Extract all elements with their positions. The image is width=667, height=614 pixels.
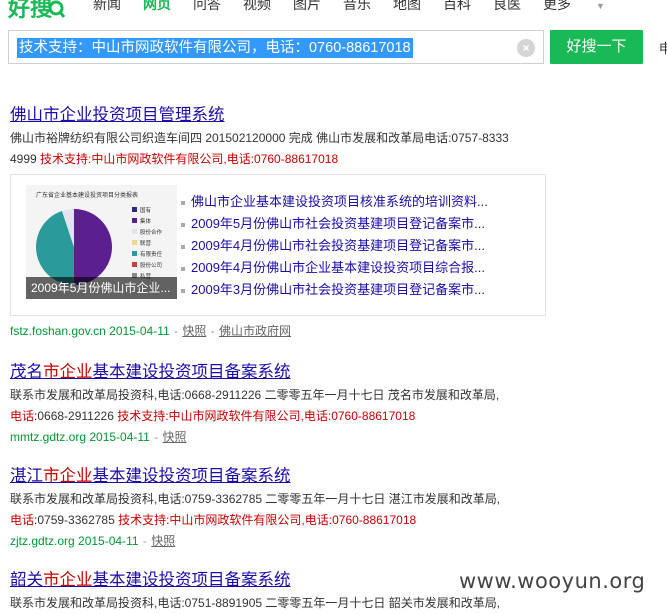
result-snippet-line: 电话:0668-2911226 技术支持:中山市网政软件有限公司,电话:0760… <box>10 406 550 427</box>
nav-news[interactable]: 新闻 <box>93 0 121 14</box>
result-snippet: 联系市发展和改革局投资科,电话:0759-3362785 二零零五年一月十七日 … <box>10 489 550 531</box>
separator: - <box>150 430 162 444</box>
result-url: mmtz.gdtz.org 2015-04-11 <box>10 430 150 444</box>
snippet-text: 4999 <box>10 152 41 166</box>
result-snippet: 联系市发展和改革局投资科,电话:0751-8891905 二零零五年一月十七日 … <box>10 593 550 614</box>
result-title-text: 基本建设投资项目备案系统 <box>92 467 291 485</box>
snippet-highlight: 技术支持:中山市网政软件有限公司,电话:0760-88617018 <box>118 513 417 527</box>
result-title-text: 基本建设投资项目备案系统 <box>92 363 291 381</box>
close-circle-icon[interactable]: × <box>517 39 535 57</box>
result-snippet-line: 联系市发展和改革局投资科,电话:0668-2911226 二零零五年一月十七日 … <box>10 388 500 402</box>
related-link[interactable]: 佛山市企业基本建设投资项目核准系统的培训资料... <box>181 191 488 213</box>
result-url-line: fstz.foshan.gov.cn 2015-04-11 - 快照 - 佛山市… <box>10 322 570 340</box>
result-title-text: 基本建设投资项目备案系统 <box>92 571 291 589</box>
result-title-highlight: 市企业 <box>43 363 93 381</box>
legend-item: 有限责任 <box>140 250 163 258</box>
thumbnail-image[interactable]: 广东省企业基本建设投资项目分类报表 国有 集体 股份合作 联营 有限责任 股份公… <box>26 185 177 299</box>
result-snippet: 佛山市裕牌纺织有限公司织造车间四 201502120000 完成 佛山市发展和改… <box>10 128 550 170</box>
result-snippet-line: 联系市发展和改革局投资科,电话:0759-3362785 二零零五年一月十七日 … <box>10 492 501 506</box>
related-links: 佛山市企业基本建设投资项目核准系统的培训资料... 2009年5月份佛山市社会投… <box>181 191 488 301</box>
related-link-text: 2009年4月份佛山市企业基本建设投资项目综合报... <box>191 260 485 275</box>
related-link[interactable]: 2009年3月份佛山市社会投资基建项目登记备案市... <box>181 279 488 301</box>
result-snippet: 联系市发展和改革局投资科,电话:0668-2911226 二零零五年一月十七日 … <box>10 385 550 427</box>
result-image-card: 广东省企业基本建设投资项目分类报表 国有 集体 股份合作 联营 有限责任 股份公… <box>10 174 546 316</box>
related-link[interactable]: 2009年5月份佛山市社会投资基建项目登记备案市... <box>181 213 488 235</box>
related-link-text: 2009年5月份佛山市社会投资基建项目登记备案市... <box>191 216 485 231</box>
result-url-line: mmtz.gdtz.org 2015-04-11 - 快照 <box>10 428 570 446</box>
caret-down-icon: ▼ <box>596 1 605 11</box>
result-snippet-line: 联系市发展和改革局投资科,电话:0751-8891905 二零零五年一月十七日 … <box>10 596 501 610</box>
nav-bar: 新闻 网页 问答 视频 图片 音乐 地图 百科 良医 更多 ▼ <box>93 0 649 14</box>
search-input[interactable]: 技术支持：中山市网政软件有限公司，电话：0760-88617018 × <box>8 30 544 64</box>
separator: - <box>207 324 219 338</box>
result-title[interactable]: 湛江市企业基本建设投资项目备案系统 <box>10 465 570 487</box>
legend-item: 股份公司 <box>140 261 162 269</box>
result-title[interactable]: 茂名市企业基本建设投资项目备案系统 <box>10 361 570 383</box>
result-title-highlight: 市企业 <box>43 467 93 485</box>
snippet-text: :0759-3362785 <box>34 513 119 527</box>
thumbnail-caption: 2009年5月份佛山市企业... <box>26 277 177 299</box>
result-title[interactable]: 佛山市企业投资项目管理系统 <box>10 104 570 126</box>
result-title-text: 茂名 <box>10 363 43 381</box>
result-url: fstz.foshan.gov.cn 2015-04-11 <box>10 324 170 338</box>
thumb-title: 广东省企业基本建设投资项目分类报表 <box>36 191 138 199</box>
logo[interactable]: 好搜 <box>7 0 66 22</box>
nav-web[interactable]: 网页 <box>143 0 171 14</box>
watermark: www.wooyun.org <box>459 569 646 593</box>
snapshot-link[interactable]: 快照 <box>151 534 175 548</box>
nav-doctor[interactable]: 良医 <box>493 0 521 14</box>
legend-item: 集体 <box>140 217 152 225</box>
bullet-icon <box>181 288 185 293</box>
search-result: 佛山市企业投资项目管理系统 佛山市裕牌纺织有限公司织造车间四 201502120… <box>10 104 570 170</box>
header: 好搜 新闻 网页 问答 视频 图片 音乐 地图 百科 良医 更多 ▼ 技术支持：中山市网政软件有限公… <box>0 0 667 100</box>
search-result: 湛江市企业基本建设投资项目备案系统 联系市发展和改革局投资科,电话:0759-3… <box>10 465 570 550</box>
result-title-text: 佛山市企业投资项目管理系统 <box>10 106 225 124</box>
snippet-highlight: 技术支持:中山市网政软件有限公司,电话:0760-88617018 <box>117 409 416 423</box>
snippet-highlight: 电话 <box>10 513 35 527</box>
result-title-text: 湛江 <box>10 467 43 485</box>
site-name-link[interactable]: 佛山市政府网 <box>219 324 291 338</box>
related-link[interactable]: 2009年4月份佛山市企业基本建设投资项目综合报... <box>181 257 488 279</box>
nav-baike[interactable]: 百科 <box>443 0 471 14</box>
bullet-icon <box>181 266 185 271</box>
snippet-highlight: 技术支持:中山市网政软件有限公司,电话:0760-88617018 <box>40 152 339 166</box>
related-link[interactable]: 2009年4月份佛山市社会投资基建项目登记备案市... <box>181 235 488 257</box>
result-url: zjtz.gdtz.org 2015-04-11 <box>10 534 139 548</box>
related-link-text: 2009年3月份佛山市社会投资基建项目登记备案市... <box>191 282 485 297</box>
nav-images[interactable]: 图片 <box>293 0 321 14</box>
result-snippet-line: 电话:0759-3362785 技术支持:中山市网政软件有限公司,电话:0760… <box>10 510 550 531</box>
nav-more-label: 更多 <box>543 0 571 12</box>
separator: - <box>139 534 151 548</box>
result-snippet-line: 4999 技术支持:中山市网政软件有限公司,电话:0760-88617018 <box>10 149 550 170</box>
logo-text: 好搜 <box>8 0 53 22</box>
bullet-icon <box>181 222 185 227</box>
legend-item: 股份合作 <box>140 228 163 236</box>
related-link-text: 2009年4月份佛山市社会投资基建项目登记备案市... <box>191 238 485 253</box>
search-result: 茂名市企业基本建设投资项目备案系统 联系市发展和改革局投资科,电话:0668-2… <box>10 361 570 446</box>
header-edge-text: 申 <box>659 41 667 56</box>
result-meta: fstz.foshan.gov.cn 2015-04-11 - 快照 - 佛山市… <box>10 321 570 340</box>
result-snippet-line: 佛山市裕牌纺织有限公司织造车间四 201502120000 完成 佛山市发展和改… <box>10 131 509 145</box>
nav-video[interactable]: 视频 <box>243 0 271 14</box>
search-input-value: 技术支持：中山市网政软件有限公司，电话：0760-88617018 <box>17 38 413 58</box>
result-url-line: zjtz.gdtz.org 2015-04-11 - 快照 <box>10 532 570 550</box>
separator: - <box>170 324 182 338</box>
bullet-icon <box>181 244 185 249</box>
search-button[interactable]: 好搜一下 <box>550 30 643 64</box>
nav-qa[interactable]: 问答 <box>193 0 221 14</box>
snapshot-link[interactable]: 快照 <box>182 324 206 338</box>
bullet-icon <box>181 200 185 205</box>
nav-map[interactable]: 地图 <box>393 0 421 14</box>
nav-more[interactable]: 更多 ▼ <box>543 0 627 14</box>
nav-music[interactable]: 音乐 <box>343 0 371 14</box>
snapshot-link[interactable]: 快照 <box>163 430 187 444</box>
result-title-highlight: 市企业 <box>43 571 93 589</box>
snippet-text: :0668-2911226 <box>34 409 118 423</box>
snippet-highlight: 电话 <box>10 409 35 423</box>
related-link-text: 佛山市企业基本建设投资项目核准系统的培训资料... <box>191 194 488 209</box>
legend-item: 国有 <box>140 206 152 214</box>
result-title-text: 韶关 <box>10 571 43 589</box>
legend-item: 联营 <box>140 239 152 247</box>
logo-icon: 好搜 <box>7 0 66 22</box>
